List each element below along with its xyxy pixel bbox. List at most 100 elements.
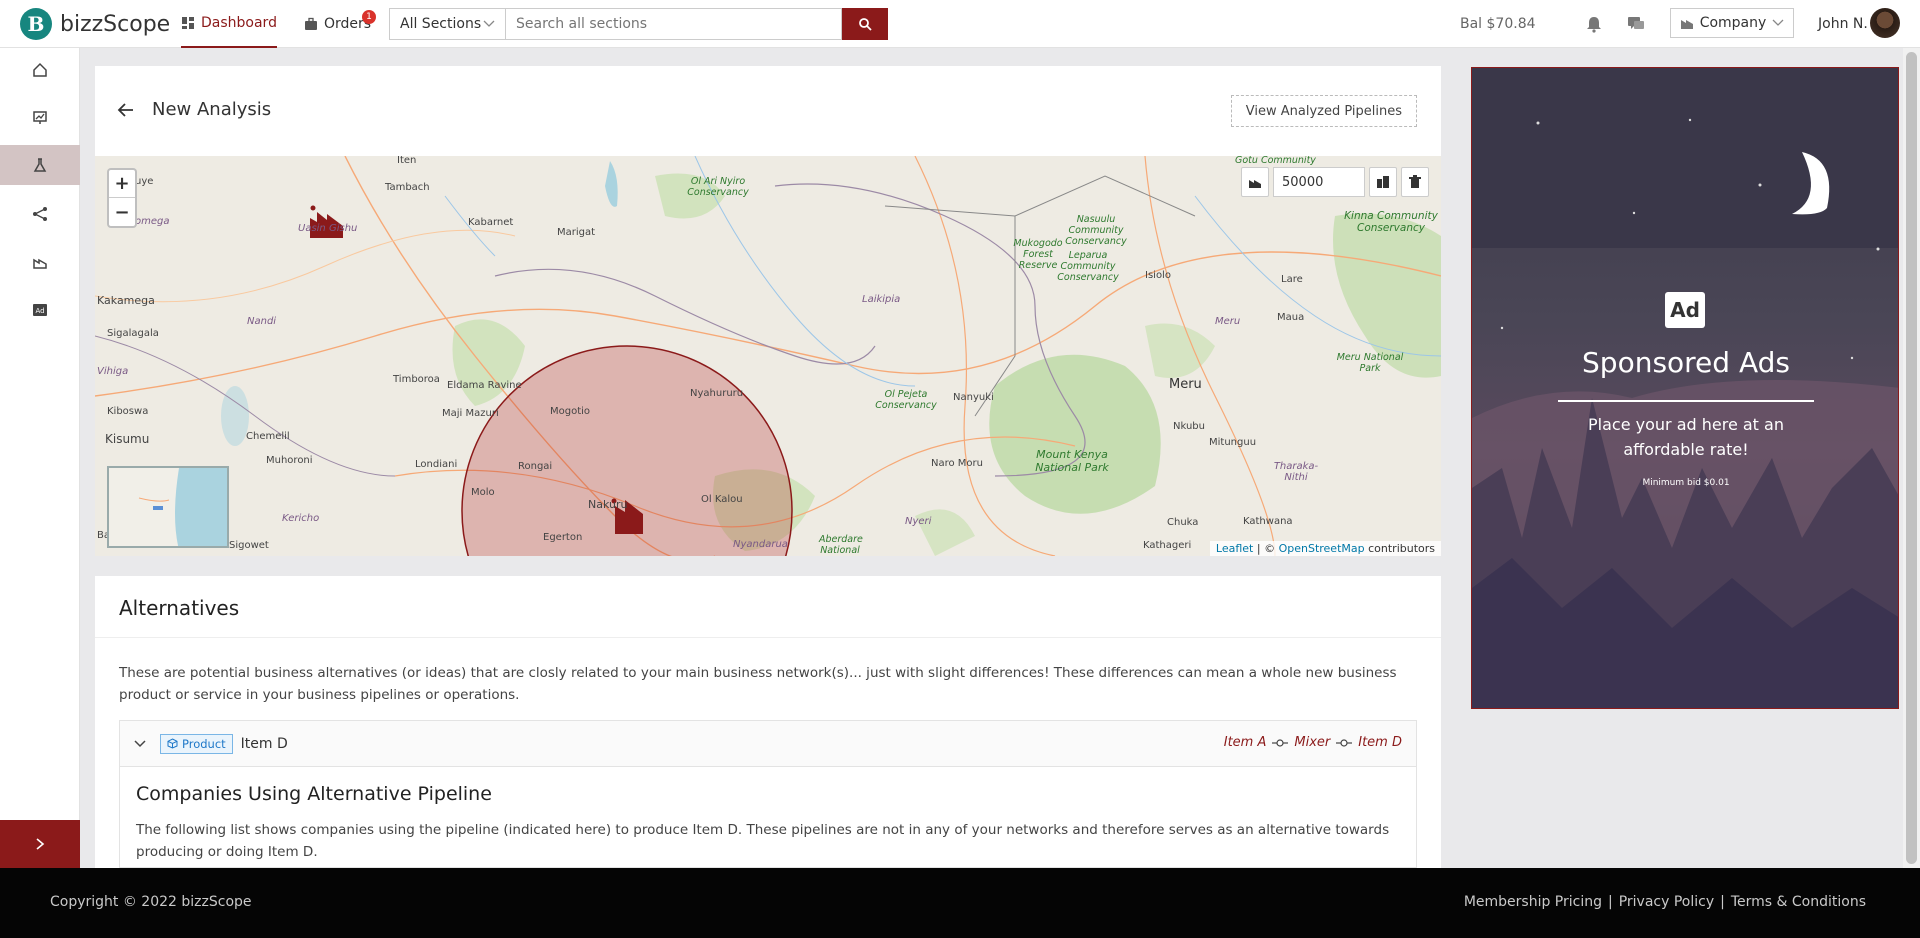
building-icon (1680, 20, 1693, 29)
attribution-separator: | © (1253, 542, 1279, 555)
analysis-map[interactable]: Iten Tambach Kabarnet Marigat Uasin Gish… (95, 156, 1441, 556)
map-label-meru-region: Meru (1215, 316, 1241, 327)
map-label-vihiga: Vihiga (97, 366, 129, 377)
copyright-text: Copyright © 2022 bizzScope (50, 894, 252, 910)
search-icon (859, 18, 872, 31)
map-label-mitunguu: Mitunguu (1209, 437, 1257, 448)
sponsored-ad-panel[interactable]: Ad Sponsored Ads Place your ad here at a… (1471, 67, 1899, 709)
brand-logo[interactable]: B bizzScope (20, 8, 170, 40)
company-dropdown[interactable]: Company (1670, 8, 1794, 38)
pipeline-step: Mixer (1294, 735, 1331, 750)
alternative-item-header[interactable]: Product Item D Item A Mixer Item D (120, 721, 1416, 767)
show-companies-button[interactable] (1369, 167, 1397, 197)
map-label-merupark: Meru National Park (1336, 352, 1404, 374)
sidebar-item-presentation[interactable] (0, 98, 80, 138)
map-label-maua: Maua (1277, 312, 1305, 323)
back-arrow-icon[interactable] (117, 102, 135, 118)
nav-dashboard[interactable]: Dashboard (181, 0, 277, 48)
map-label-aberdare: Aberdare National (819, 534, 863, 556)
logo-mark-icon: B (20, 8, 52, 40)
leaflet-link[interactable]: Leaflet (1216, 542, 1253, 555)
pipeline-link-icon (1272, 738, 1289, 747)
sidebar-item-ads[interactable]: Ad (0, 290, 80, 330)
map-label-muhoroni: Muhoroni (266, 455, 313, 466)
sidebar-item-analysis[interactable] (0, 145, 80, 185)
place-company-button[interactable] (1241, 167, 1269, 197)
map-label-nyahururu: Nyahururu (690, 388, 744, 399)
terms-conditions-link[interactable]: Terms & Conditions (1731, 894, 1866, 910)
alternatives-title: Alternatives (95, 576, 1441, 638)
map-label-tharaka: Tharaka-Nithi (1273, 461, 1319, 483)
map-label-uye: uye (135, 176, 154, 187)
minimap[interactable] (107, 466, 229, 548)
ad-background (1472, 68, 1898, 708)
map-label-londiani: Londiani (415, 459, 458, 470)
map-label-lare: Lare (1281, 274, 1303, 285)
page-scrollbar[interactable] (1903, 48, 1920, 868)
map-label-nakuru: Nakuru (588, 498, 628, 511)
map-label-molo: Molo (471, 487, 495, 498)
top-navbar: B bizzScope Dashboard Orders 1 All Secti… (0, 0, 1920, 48)
map-label-nyandarua: Nyandarua (733, 539, 788, 550)
zoom-out-button[interactable]: − (109, 198, 135, 226)
map-label-omega: omega (135, 216, 170, 227)
privacy-policy-link[interactable]: Privacy Policy (1619, 894, 1714, 910)
user-name[interactable]: John N. (1818, 0, 1868, 48)
map-label-meru: Meru (1169, 377, 1202, 392)
sidebar-item-home[interactable] (0, 50, 80, 90)
section-select[interactable]: All Sections (389, 8, 505, 40)
map-label-timboroa: Timboroa (393, 374, 440, 385)
map-label-mogotio: Mogotio (550, 406, 591, 417)
chevron-down-icon[interactable] (134, 739, 146, 748)
scrollbar-thumb[interactable] (1906, 52, 1917, 864)
pipeline-step: Item D (1358, 735, 1402, 750)
map-label-eldama: Eldama Ravine (447, 380, 522, 391)
radius-input[interactable] (1273, 167, 1365, 197)
map-label-leparua: Leparua Community Conservancy (1057, 250, 1119, 283)
zoom-in-button[interactable]: + (109, 170, 135, 198)
trash-icon (1409, 175, 1421, 188)
map-toolbar (1241, 166, 1429, 198)
zoom-control: + − (107, 168, 137, 228)
nav-orders[interactable]: Orders (304, 0, 371, 48)
ad-subtitle-line: affordable rate! (1623, 440, 1749, 459)
orders-badge: 1 (362, 10, 376, 24)
balance-display: Bal $70.84 (1460, 16, 1536, 32)
avatar[interactable] (1870, 8, 1900, 38)
footer-links: Membership Pricing | Privacy Policy | Te… (1464, 894, 1866, 910)
map-label-marigat: Marigat (557, 227, 596, 238)
footer-separator: | (1720, 894, 1725, 910)
map-label-kathageri: Kathageri (1143, 540, 1192, 551)
nav-dashboard-label: Dashboard (201, 15, 277, 31)
ad-icon: Ad (33, 304, 47, 316)
map-label-egerton: Egerton (543, 532, 583, 543)
membership-pricing-link[interactable]: Membership Pricing (1464, 894, 1602, 910)
alternative-item: Product Item D Item A Mixer Item D Compa… (119, 720, 1417, 868)
sidebar-item-companies[interactable] (0, 242, 80, 282)
map-label-nanyuki: Nanyuki (953, 392, 994, 403)
sidebar-item-networks[interactable] (0, 194, 80, 234)
map-label-rongai: Rongai (518, 461, 553, 472)
delete-button[interactable] (1401, 167, 1429, 197)
map-label-kinna: Kinna Community Conservancy (1344, 210, 1438, 234)
search-input[interactable] (505, 8, 842, 40)
alternative-item-name: Item D (240, 735, 288, 752)
chevron-down-icon (1772, 19, 1784, 26)
view-analyzed-pipelines-button[interactable]: View Analyzed Pipelines (1230, 95, 1417, 127)
map-label-kathwana: Kathwana (1243, 516, 1293, 527)
chat-icon[interactable] (1626, 14, 1646, 34)
pipeline-link-icon (1336, 738, 1353, 747)
osm-link[interactable]: OpenStreetMap (1279, 542, 1365, 555)
map-label-laikipia: Laikipia (862, 294, 901, 305)
footer: Copyright © 2022 bizzScope Membership Pr… (0, 868, 1920, 938)
sidebar: Ad (0, 48, 80, 868)
map-label-kiboswa: Kiboswa (107, 406, 149, 417)
bell-icon[interactable] (1584, 14, 1604, 34)
search-button[interactable] (842, 8, 888, 40)
factory-icon (33, 258, 47, 269)
map-label-olpejeta: Ol Pejeta Conservancy (875, 389, 937, 411)
ad-title: Sponsored Ads (1582, 346, 1790, 379)
minimap-view (138, 468, 227, 546)
company-label: Company (1699, 15, 1767, 31)
sidebar-expand-button[interactable] (0, 820, 80, 868)
